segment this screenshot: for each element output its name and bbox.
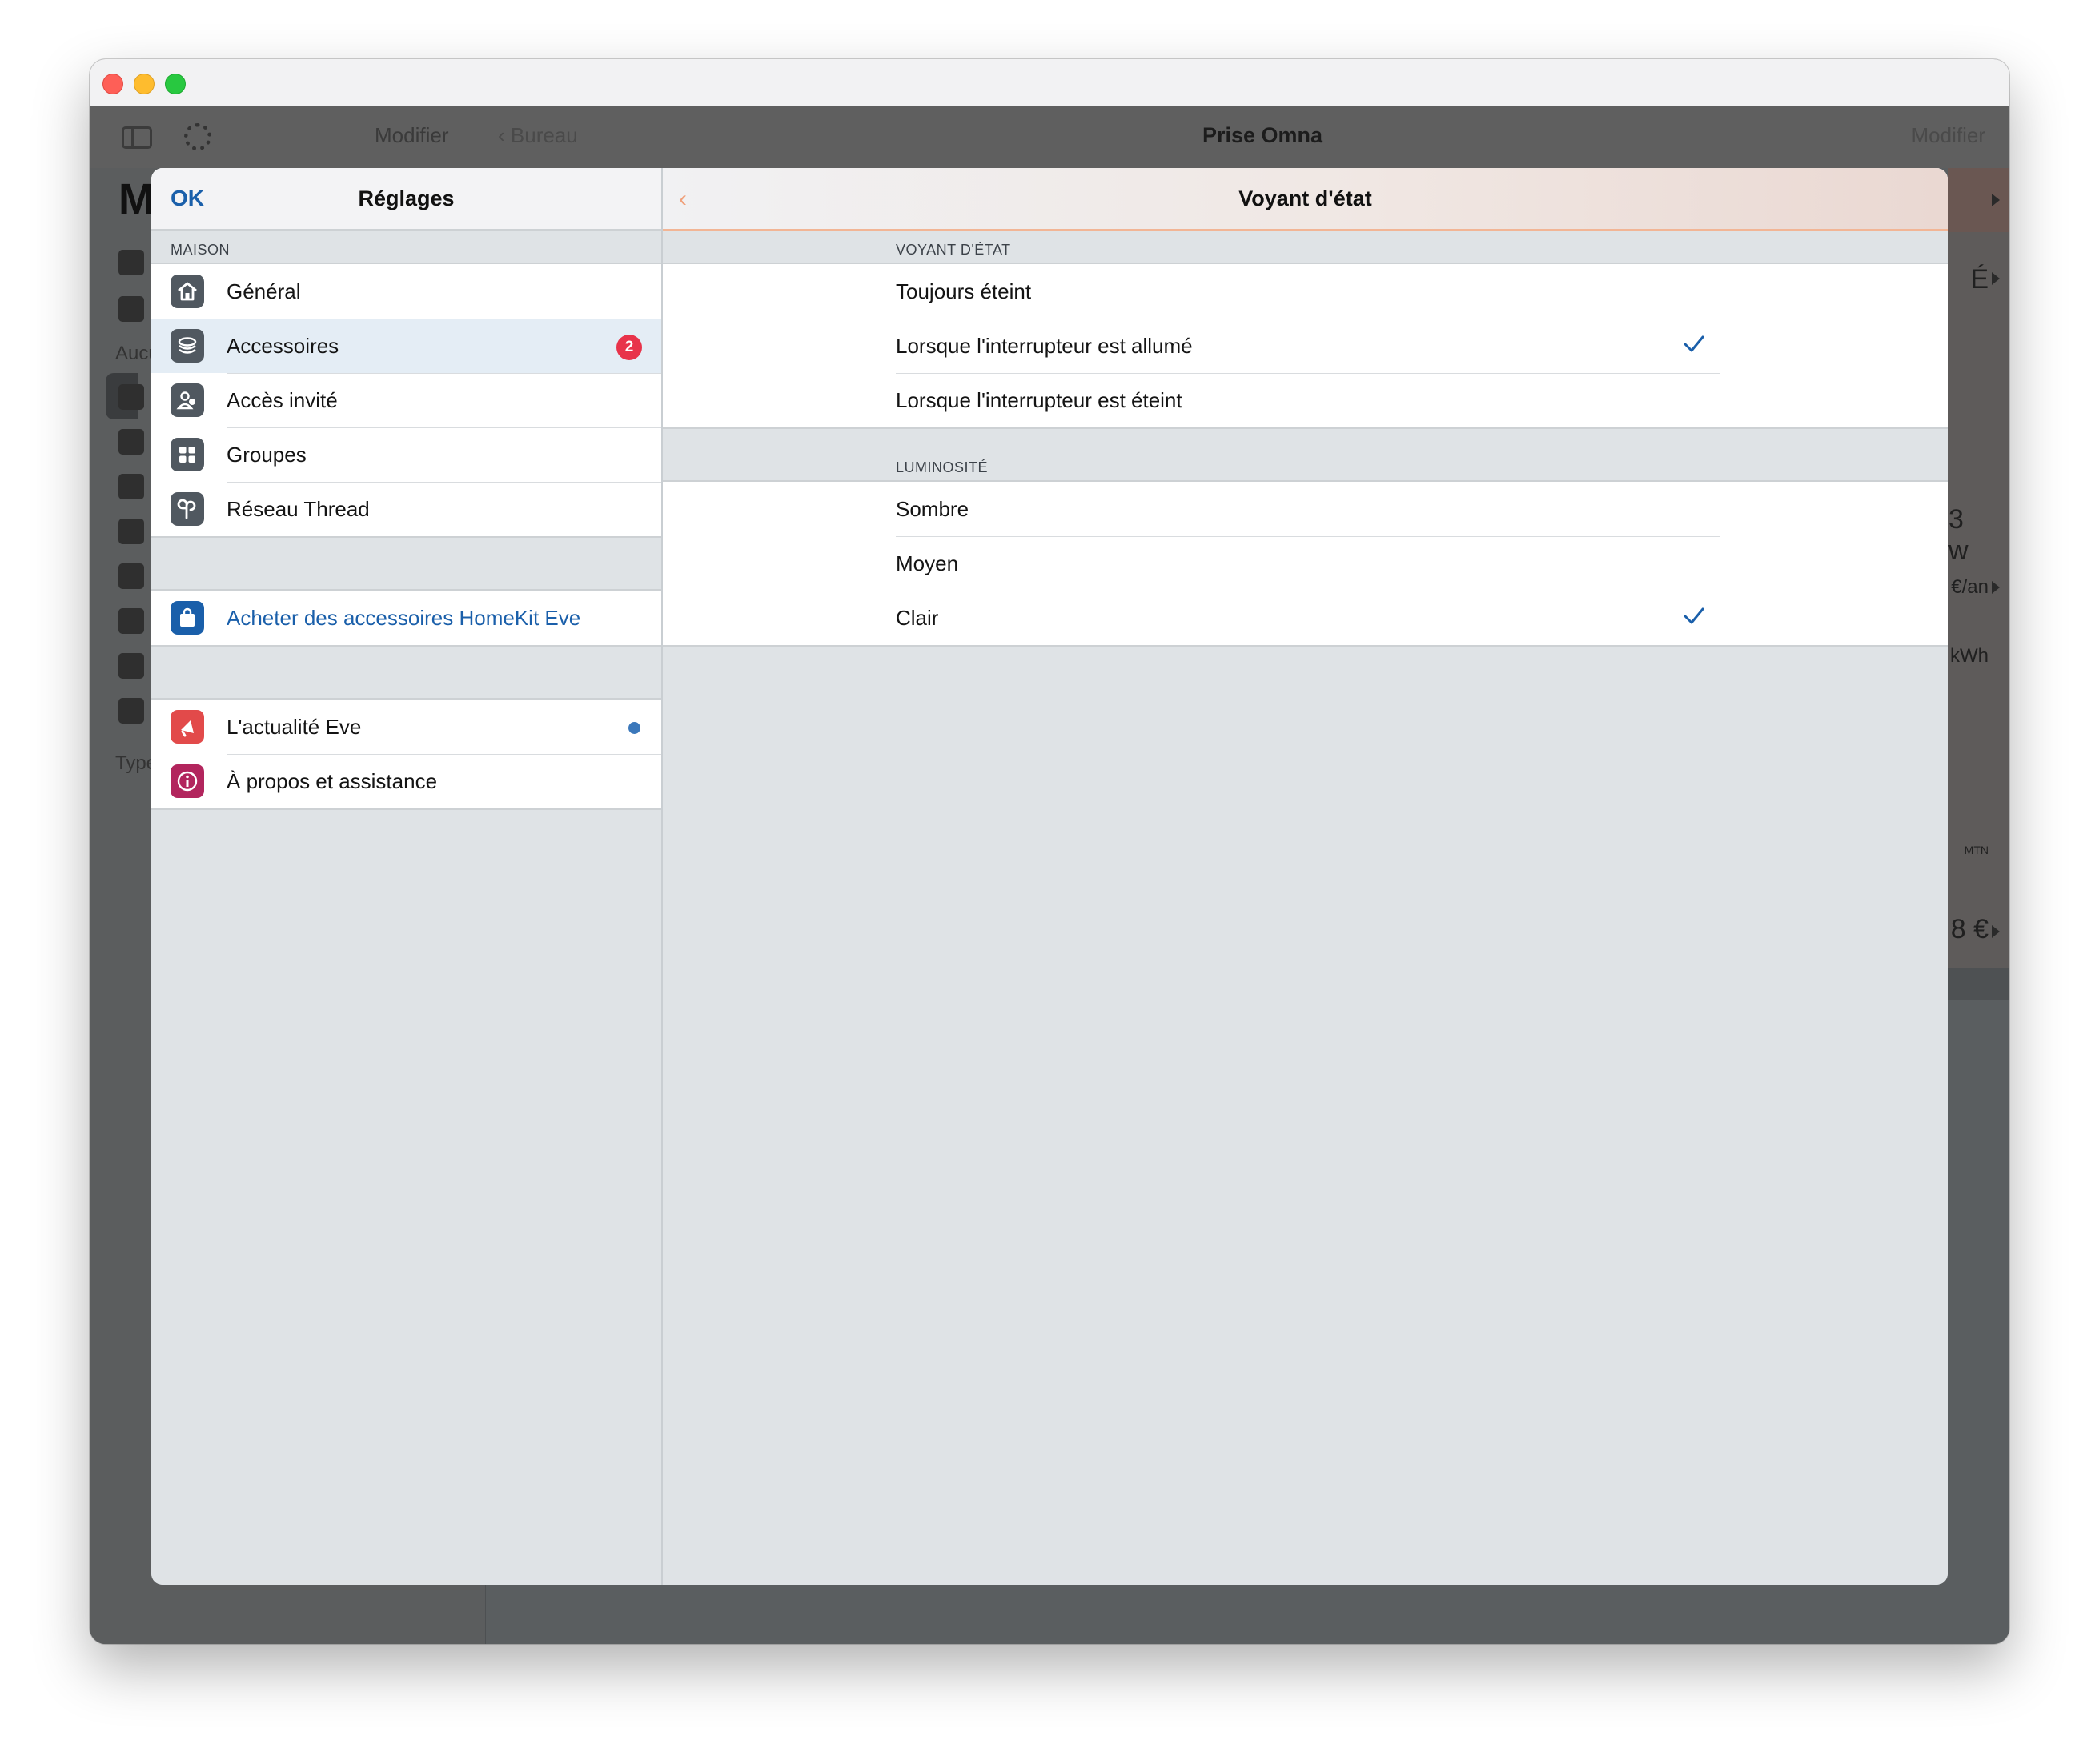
status-light-options: Toujours éteint Lorsque l'interrupteur e… <box>663 263 1948 429</box>
option-when-switch-off[interactable]: Lorsque l'interrupteur est éteint <box>663 373 1948 427</box>
door-icon <box>118 563 144 589</box>
background-fragment: 8 € <box>1950 914 1989 944</box>
sidebar-item-eve-news[interactable]: L'actualité Eve <box>151 700 661 754</box>
megaphone-icon <box>171 710 204 744</box>
brightness-options: Sombre Moyen Clair <box>663 480 1948 647</box>
sidebar-item-thread-network[interactable]: Réseau Thread <box>151 482 661 536</box>
sidebar-item-label: À propos et assistance <box>227 769 438 793</box>
status-light-detail: ‹ Voyant d'état VOYANT D'ÉTAT Toujours é… <box>663 168 1948 1585</box>
sidebar-item-label: Réseau Thread <box>227 497 370 521</box>
option-label: Sombre <box>896 497 969 521</box>
settings-navbar: OK Réglages <box>151 168 661 231</box>
info-group: L'actualité Eve À propos et assistance <box>151 698 661 810</box>
minimize-window-button[interactable] <box>134 74 155 94</box>
app-window: Modifier ‹ Bureau Prise Omna Modifier M … <box>90 59 2009 1644</box>
option-dark[interactable]: Sombre <box>663 482 1948 536</box>
detail-title: Voyant d'état <box>1238 186 1372 210</box>
unread-dot <box>628 722 640 734</box>
chevron-right-icon <box>1992 581 2000 594</box>
house-icon <box>171 275 204 308</box>
zoom-window-button[interactable] <box>165 74 186 94</box>
sidebar-item-guest-access[interactable]: Accès invité <box>151 373 661 427</box>
option-when-switch-on[interactable]: Lorsque l'interrupteur est allumé <box>663 319 1948 373</box>
background-detail-strip: É 3 w €/an kWh MTN 8 € <box>1948 168 2009 1000</box>
sidebar-item-about-support[interactable]: À propos et assistance <box>151 754 661 808</box>
background-fragment: É <box>1970 264 1989 295</box>
thread-icon <box>171 492 204 526</box>
shopping-bag-icon <box>171 601 204 635</box>
chevron-right-icon <box>1992 194 2000 206</box>
background-fragment: kWh <box>1950 645 1989 667</box>
notification-badge: 2 <box>616 335 642 360</box>
info-icon <box>171 764 204 798</box>
option-medium[interactable]: Moyen <box>663 536 1948 591</box>
checkmark-icon <box>1684 335 1704 352</box>
option-label: Lorsque l'interrupteur est éteint <box>896 388 1182 412</box>
background-fragment: €/an <box>1951 576 1989 598</box>
background-back-button: ‹ Bureau <box>498 123 578 147</box>
background-fragment: MTN <box>1964 844 1989 856</box>
option-label: Lorsque l'interrupteur est allumé <box>896 334 1193 358</box>
home-icon <box>118 250 144 275</box>
option-label: Toujours éteint <box>896 279 1032 303</box>
sidebar-item-label: Général <box>227 279 301 303</box>
background-home-title: M <box>118 175 155 223</box>
chevron-right-icon <box>1992 925 2000 938</box>
option-bright[interactable]: Clair <box>663 591 1948 645</box>
sidebar-item-label: L'actualité Eve <box>227 715 362 739</box>
desk-icon <box>118 384 144 410</box>
grid-icon <box>171 438 204 471</box>
settings-gear-icon <box>184 123 211 150</box>
background-title: Prise Omna <box>1202 123 1323 147</box>
option-always-off[interactable]: Toujours éteint <box>663 264 1948 319</box>
background-orange-header <box>1948 168 2009 232</box>
sofa-icon <box>118 429 144 455</box>
sidebar-item-label: Acheter des accessoires HomeKit Eve <box>227 606 581 630</box>
home-settings-group: Général Accessoires 2 Accès invité Group… <box>151 263 661 538</box>
shop-group: Acheter des accessoires HomeKit Eve <box>151 589 661 647</box>
toilet-icon <box>118 698 144 724</box>
background-edit-button: Modifier <box>375 123 449 147</box>
background-fragment: 3 w <box>1948 504 1969 566</box>
settings-sidebar: OK Réglages MAISON Général Accessoires 2 <box>151 168 663 1585</box>
guest-users-icon <box>171 383 204 417</box>
sidebar-item-shop[interactable]: Acheter des accessoires HomeKit Eve <box>151 591 661 645</box>
sidebar-item-label: Accès invité <box>227 388 338 412</box>
window-titlebar <box>90 59 2009 106</box>
room-icon <box>118 474 144 499</box>
background-toolbar: Modifier ‹ Bureau Prise Omna Modifier <box>90 106 2009 168</box>
settings-modal: OK Réglages MAISON Général Accessoires 2 <box>151 168 1948 1585</box>
detail-navbar: ‹ Voyant d'état <box>663 168 1948 231</box>
sidebar-item-accessories[interactable]: Accessoires 2 <box>151 319 661 373</box>
background-band <box>1948 968 2009 1000</box>
sidebar-item-groups[interactable]: Groupes <box>151 427 661 482</box>
chevron-right-icon <box>1992 272 2000 285</box>
sidebar-item-label: Groupes <box>227 443 307 467</box>
option-label: Moyen <box>896 551 959 575</box>
door-icon <box>118 608 144 634</box>
background-edit-right-button: Modifier <box>1911 123 1985 147</box>
sidebar-item-general[interactable]: Général <box>151 264 661 319</box>
armchair-icon <box>118 653 144 679</box>
background-back-label: Bureau <box>510 123 578 147</box>
layers-icon <box>171 329 204 363</box>
close-window-button[interactable] <box>102 74 123 94</box>
scene-icon <box>118 296 144 322</box>
oven-icon <box>118 519 144 544</box>
option-label: Clair <box>896 606 939 630</box>
checkmark-icon <box>1684 607 1704 624</box>
settings-title: Réglages <box>358 186 455 210</box>
sidebar-item-label: Accessoires <box>227 334 339 358</box>
sidebar-toggle-icon <box>122 126 152 149</box>
